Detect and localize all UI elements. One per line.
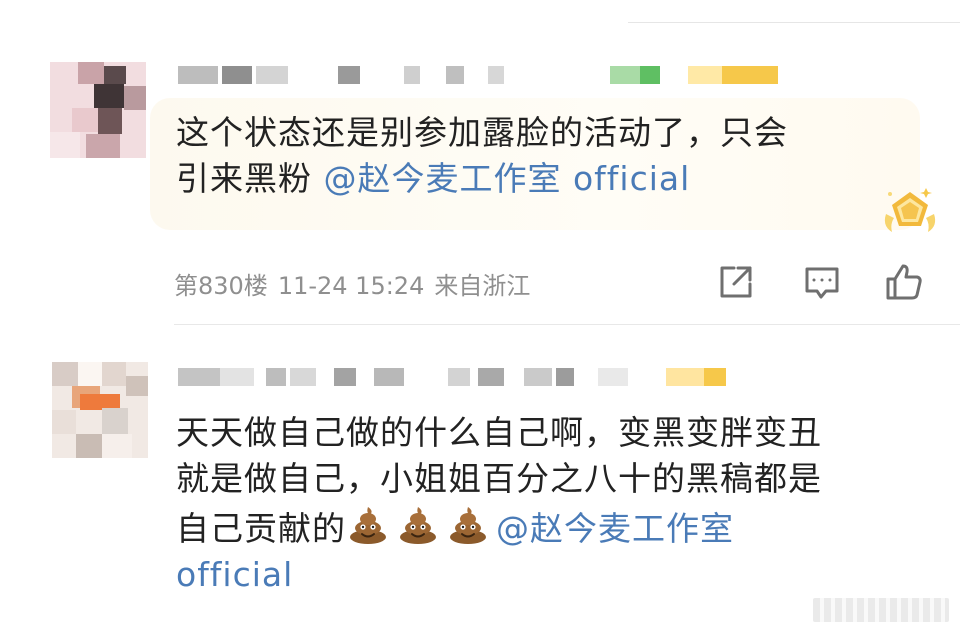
poop-emoji-icon (396, 502, 440, 546)
mention-link[interactable]: @赵今麦工作室 official (324, 159, 691, 198)
username-redacted[interactable] (178, 368, 726, 386)
comment-text: 这个状态还是别参加露脸的活动了，只会 引来黑粉 @赵今麦工作室 official (176, 110, 788, 202)
mention-link[interactable]: @赵今麦工作室 (496, 509, 734, 548)
comment-text: 天天做自己做的什么自己啊，变黑变胖变丑 就是做自己，小姐姐百分之八十的黑稿都是 … (176, 410, 822, 598)
watermark (813, 598, 949, 622)
floor-number: 第830楼 (174, 272, 268, 300)
timestamp: 11-24 15:24 (277, 272, 425, 300)
comment-line: 天天做自己做的什么自己啊，变黑变胖变丑 (176, 413, 822, 452)
username-redacted[interactable] (178, 66, 778, 84)
pentagon-medal-badge-icon[interactable] (878, 180, 942, 244)
comment-line: 这个状态还是别参加露脸的活动了，只会 (176, 113, 788, 152)
avatar[interactable] (50, 62, 146, 158)
comment-text-fragment: 自己贡献的 (176, 509, 346, 548)
avatar[interactable] (52, 362, 148, 458)
comment-line: 引来黑粉 @赵今麦工作室 official (176, 156, 788, 202)
share-icon[interactable] (716, 262, 756, 302)
poop-emoji-icon (346, 502, 390, 546)
comment-text-fragment: 引来黑粉 (176, 159, 324, 198)
location: 来自浙江 (434, 272, 531, 300)
top-divider (628, 22, 960, 23)
mention-link[interactable]: official (176, 552, 822, 598)
like-icon[interactable] (884, 262, 924, 302)
comment-line: 就是做自己，小姐姐百分之八十的黑稿都是 (176, 459, 822, 498)
poop-emoji-icon (446, 502, 490, 546)
comment-line: 自己贡献的 @赵今麦工作室 (176, 502, 822, 552)
comment-meta: 第830楼 11-24 15:24 来自浙江 (174, 266, 530, 301)
comment-icon[interactable] (802, 262, 842, 302)
comment-divider (174, 324, 960, 325)
